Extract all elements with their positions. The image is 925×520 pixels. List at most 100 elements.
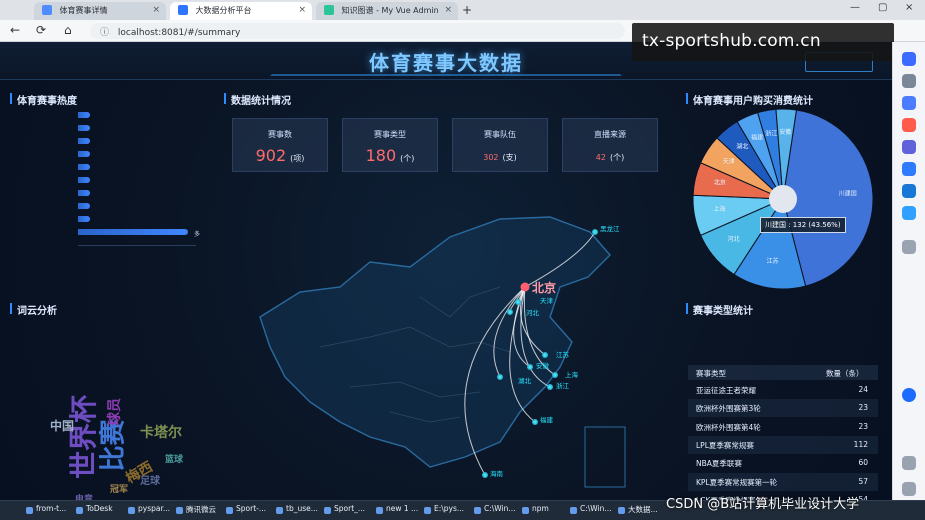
- stat-value: 42: [595, 153, 606, 162]
- pie-label: 湖北: [736, 143, 748, 151]
- csdn-watermark: CSDN @B站计算机毕业设计大学: [666, 497, 860, 512]
- stat-unit: (支): [502, 153, 517, 162]
- table-row: NBA夏季联赛 60: [688, 454, 878, 472]
- address-input[interactable]: ⓘ localhost:8081/#/summary: [90, 23, 625, 39]
- bar[interactable]: [78, 229, 188, 235]
- page-icon: [42, 5, 52, 15]
- taskbar-item[interactable]: Sport_...: [324, 504, 372, 518]
- reload-icon[interactable]: ⟳: [36, 23, 46, 37]
- close-icon[interactable]: ×: [444, 5, 452, 15]
- taskbar-item[interactable]: 大数据...: [618, 504, 666, 518]
- send-icon[interactable]: [902, 206, 916, 220]
- extension-icon[interactable]: [902, 52, 916, 66]
- back-icon[interactable]: ←: [10, 23, 20, 37]
- bar[interactable]: [78, 190, 91, 196]
- taskbar-item[interactable]: new 1 ...: [376, 504, 424, 518]
- tab-bigdata-platform[interactable]: 大数据分析平台 ×: [170, 2, 312, 20]
- plus-icon[interactable]: [902, 240, 916, 254]
- row-type: LPL夏季赛常规赛: [696, 440, 754, 450]
- bar[interactable]: [78, 177, 91, 183]
- search-icon[interactable]: [902, 74, 916, 88]
- tab-label: 体育赛事详情: [59, 6, 108, 15]
- table-row: KPL夏季赛常规赛第一轮 57: [688, 472, 878, 491]
- bar[interactable]: [78, 125, 91, 131]
- stat-label: 赛事队伍: [484, 130, 516, 139]
- stat-card-types: 赛事类型 180 (个): [342, 118, 438, 172]
- stat-value: 180: [365, 146, 397, 165]
- browser-sidebar: [892, 42, 925, 500]
- bar[interactable]: [78, 151, 91, 157]
- table-row: 欧洲杯外围赛第3轮 23: [688, 399, 878, 418]
- stat-value: 302: [483, 153, 499, 162]
- taskbar-item[interactable]: pyspar...: [128, 504, 176, 518]
- map-label: 河北: [526, 309, 539, 317]
- row-count: 23: [858, 421, 868, 431]
- tab-strip: 体育赛事详情 × 大数据分析平台 × 知识图谱 - My Vue Admin ×…: [0, 0, 925, 20]
- gear-icon[interactable]: [902, 482, 916, 496]
- heat-bar-chart: RA佛山DRG杭州LGD.NBWIGWBGALUP苏州KSG待定暂无多: [10, 110, 220, 250]
- copilot-icon[interactable]: [902, 388, 916, 402]
- table-row: LPL夏季赛常规赛 112: [688, 435, 878, 454]
- map-label: 海南: [490, 470, 503, 478]
- map-label: 上海: [565, 371, 578, 379]
- tab-label: 大数据分析平台: [195, 6, 252, 15]
- taskbar-item[interactable]: C:\Win...: [474, 504, 522, 518]
- pie-label: 上海: [713, 205, 725, 213]
- taskbar-item[interactable]: tb_use...: [276, 504, 324, 518]
- table-row: 亚运征途王者荣耀 24: [688, 381, 878, 399]
- pie-label: 天津: [723, 158, 735, 165]
- pie-label: 安徽: [779, 128, 791, 136]
- cloud-word: 冠军: [110, 485, 129, 495]
- map-outline: [259, 216, 611, 468]
- cloud-word: 电竞: [75, 495, 94, 500]
- tab-knowledge-graph[interactable]: 知识图谱 - My Vue Admin ×: [316, 2, 458, 20]
- row-count: 112: [853, 439, 868, 449]
- bar[interactable]: [78, 138, 91, 144]
- pie-label: 浙江: [765, 129, 777, 137]
- dashboard-title: 体育赛事大数据: [369, 51, 523, 75]
- close-window-icon[interactable]: ×: [905, 2, 913, 13]
- pie-label: 河北: [728, 235, 740, 243]
- map-label: 安徽: [536, 362, 549, 370]
- taskbar-item[interactable]: ToDesk: [76, 504, 124, 518]
- taskbar-item[interactable]: 腾讯微云: [176, 504, 224, 518]
- restore-icon[interactable]: ▢: [878, 2, 887, 13]
- taskbar-item[interactable]: from-t...: [26, 504, 74, 518]
- table-row: 欧洲杯外围赛第4轮 23: [688, 418, 878, 436]
- bar[interactable]: [78, 216, 91, 222]
- bar[interactable]: [78, 112, 91, 118]
- outlook-icon[interactable]: [902, 184, 916, 198]
- consumption-pie-chart[interactable]: 川建国 江苏 河北 上海 北京 天津 湖北 福建 浙江 安徽: [688, 104, 878, 294]
- stat-label: 赛事类型: [374, 130, 406, 139]
- tab-sports-detail[interactable]: 体育赛事详情 ×: [34, 2, 166, 20]
- bar[interactable]: [78, 164, 91, 170]
- new-tab-icon[interactable]: +: [462, 3, 472, 17]
- stat-card-teams: 赛事队伍 302 (支): [452, 118, 548, 172]
- home-icon[interactable]: ⌂: [64, 23, 72, 37]
- map-label: 江苏: [556, 351, 569, 359]
- screen-icon[interactable]: [902, 456, 916, 470]
- taskbar-item[interactable]: Sport-...: [226, 504, 274, 518]
- table-header: 赛事类型 数量（条）: [688, 365, 878, 380]
- close-icon[interactable]: ×: [152, 5, 160, 15]
- stat-unit: (个): [400, 154, 415, 163]
- pie-label: 北京: [714, 178, 726, 186]
- taskbar-item[interactable]: E:\pys...: [424, 504, 472, 518]
- stat-unit: (个): [609, 153, 625, 162]
- stat-value: 902: [255, 146, 287, 165]
- briefcase-icon[interactable]: [902, 118, 916, 132]
- map-label: 天津: [540, 297, 553, 305]
- minimize-icon[interactable]: —: [850, 2, 860, 13]
- word-cloud: 世界杯 比赛 球员 卡塔尔 梅西 中国 足球 冠军 篮球 电竞: [30, 372, 210, 500]
- cloud-word: 足球: [140, 476, 160, 487]
- profile-icon[interactable]: [902, 140, 916, 154]
- row-type: KPL夏季赛常规赛第一轮: [696, 477, 778, 487]
- bar[interactable]: [78, 203, 91, 209]
- close-icon[interactable]: ×: [298, 5, 306, 15]
- row-count: 24: [858, 385, 868, 394]
- tag-icon[interactable]: [902, 96, 916, 110]
- panel-title-stats: 数据统计情况: [224, 92, 291, 107]
- circle-icon[interactable]: [902, 162, 916, 176]
- taskbar-item[interactable]: npm: [522, 504, 570, 518]
- taskbar-item[interactable]: C:\Win...: [570, 504, 618, 518]
